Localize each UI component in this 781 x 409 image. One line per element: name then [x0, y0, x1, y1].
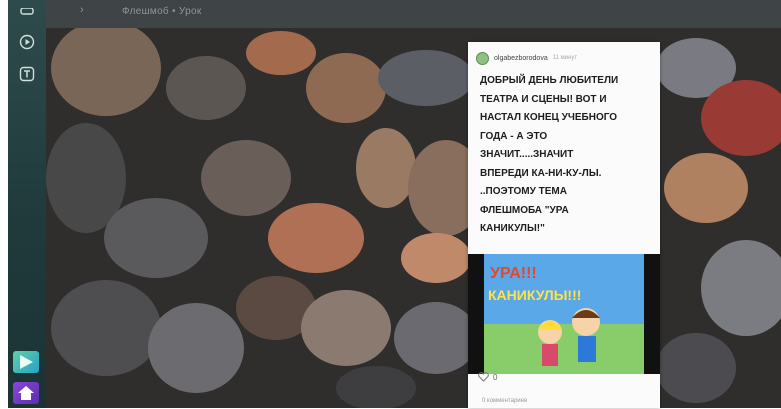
comments-link[interactable]: 0 комментариев	[482, 398, 527, 404]
post-text: ДОБРЫЙ ДЕНЬ ЛЮБИТЕЛИ ТЕАТРА И СЦЕНЫ! ВОТ…	[480, 75, 619, 234]
text-t-icon[interactable]	[19, 66, 35, 82]
like-area[interactable]: 0	[478, 372, 497, 382]
play-circle-icon[interactable]	[19, 34, 35, 50]
pebbles	[46, 28, 781, 408]
post-username[interactable]: olgabezborodova	[494, 55, 548, 62]
image-caption-bottom: КАНИКУЛЫ!!!	[488, 287, 581, 303]
heart-icon[interactable]	[478, 372, 489, 382]
avatar[interactable]	[476, 51, 489, 65]
home-icon[interactable]	[13, 382, 39, 404]
back-arrow-icon[interactable]: ›	[80, 4, 84, 16]
app-dock-icon[interactable]	[13, 351, 39, 373]
post-header: olgabezborodova 11 минут	[476, 50, 654, 66]
breadcrumb[interactable]: Флешмоб • Урок	[122, 6, 202, 17]
post-card[interactable]: olgabezborodova 11 минут ДОБРЫЙ ДЕНЬ ЛЮБ…	[468, 42, 660, 408]
sidebar	[8, 0, 46, 408]
sidebar-top-icon[interactable]	[19, 3, 35, 19]
post-image[interactable]: УРА!!! КАНИКУЛЫ!!!	[468, 254, 660, 374]
like-count: 0	[493, 372, 498, 382]
pebble-background-image	[46, 28, 781, 408]
top-bar: › Флешмоб • Урок	[46, 0, 781, 28]
post-time: 11 минут	[552, 55, 578, 61]
image-caption-top: УРА!!!	[490, 265, 537, 282]
